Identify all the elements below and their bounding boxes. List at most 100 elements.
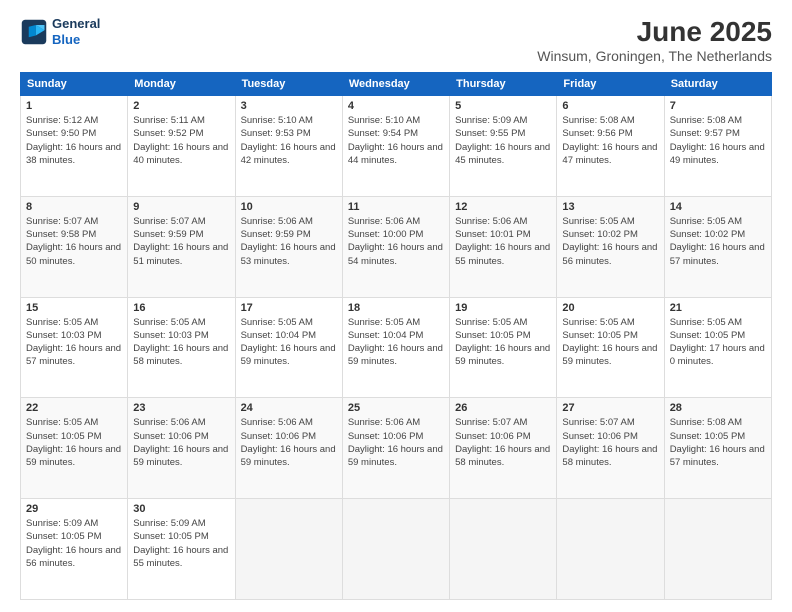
title-block: June 2025 Winsum, Groningen, The Netherl… bbox=[537, 16, 772, 64]
day-number: 9 bbox=[133, 201, 229, 213]
table-row: 8 Sunrise: 5:07 AM Sunset: 9:58 PM Dayli… bbox=[21, 196, 128, 297]
day-number: 2 bbox=[133, 100, 229, 112]
day-info: Sunrise: 5:07 AM Sunset: 9:58 PM Dayligh… bbox=[26, 215, 122, 268]
table-row: 7 Sunrise: 5:08 AM Sunset: 9:57 PM Dayli… bbox=[664, 96, 771, 197]
table-row: 25 Sunrise: 5:06 AM Sunset: 10:06 PM Day… bbox=[342, 398, 449, 499]
day-info: Sunrise: 5:05 AM Sunset: 10:04 PM Daylig… bbox=[241, 316, 337, 369]
table-row: 19 Sunrise: 5:05 AM Sunset: 10:05 PM Day… bbox=[450, 297, 557, 398]
day-number: 21 bbox=[670, 302, 766, 314]
table-row: 3 Sunrise: 5:10 AM Sunset: 9:53 PM Dayli… bbox=[235, 96, 342, 197]
day-info: Sunrise: 5:05 AM Sunset: 10:02 PM Daylig… bbox=[562, 215, 658, 268]
day-number: 4 bbox=[348, 100, 444, 112]
day-number: 25 bbox=[348, 402, 444, 414]
table-row bbox=[235, 499, 342, 600]
day-info: Sunrise: 5:05 AM Sunset: 10:03 PM Daylig… bbox=[26, 316, 122, 369]
table-row: 24 Sunrise: 5:06 AM Sunset: 10:06 PM Day… bbox=[235, 398, 342, 499]
table-row: 30 Sunrise: 5:09 AM Sunset: 10:05 PM Day… bbox=[128, 499, 235, 600]
header-monday: Monday bbox=[128, 73, 235, 96]
header-friday: Friday bbox=[557, 73, 664, 96]
day-number: 3 bbox=[241, 100, 337, 112]
table-row bbox=[557, 499, 664, 600]
table-row: 13 Sunrise: 5:05 AM Sunset: 10:02 PM Day… bbox=[557, 196, 664, 297]
day-info: Sunrise: 5:05 AM Sunset: 10:03 PM Daylig… bbox=[133, 316, 229, 369]
header-saturday: Saturday bbox=[664, 73, 771, 96]
day-info: Sunrise: 5:05 AM Sunset: 10:05 PM Daylig… bbox=[562, 316, 658, 369]
day-info: Sunrise: 5:06 AM Sunset: 10:06 PM Daylig… bbox=[133, 416, 229, 469]
day-info: Sunrise: 5:05 AM Sunset: 10:04 PM Daylig… bbox=[348, 316, 444, 369]
day-info: Sunrise: 5:09 AM Sunset: 10:05 PM Daylig… bbox=[133, 517, 229, 570]
table-row bbox=[450, 499, 557, 600]
day-number: 19 bbox=[455, 302, 551, 314]
table-row: 28 Sunrise: 5:08 AM Sunset: 10:05 PM Day… bbox=[664, 398, 771, 499]
table-row: 23 Sunrise: 5:06 AM Sunset: 10:06 PM Day… bbox=[128, 398, 235, 499]
day-number: 8 bbox=[26, 201, 122, 213]
day-number: 18 bbox=[348, 302, 444, 314]
table-row: 26 Sunrise: 5:07 AM Sunset: 10:06 PM Day… bbox=[450, 398, 557, 499]
day-info: Sunrise: 5:08 AM Sunset: 9:56 PM Dayligh… bbox=[562, 114, 658, 167]
table-row: 18 Sunrise: 5:05 AM Sunset: 10:04 PM Day… bbox=[342, 297, 449, 398]
day-info: Sunrise: 5:07 AM Sunset: 10:06 PM Daylig… bbox=[455, 416, 551, 469]
day-number: 20 bbox=[562, 302, 658, 314]
table-row: 6 Sunrise: 5:08 AM Sunset: 9:56 PM Dayli… bbox=[557, 96, 664, 197]
calendar-week-3: 15 Sunrise: 5:05 AM Sunset: 10:03 PM Day… bbox=[21, 297, 772, 398]
day-info: Sunrise: 5:05 AM Sunset: 10:05 PM Daylig… bbox=[455, 316, 551, 369]
day-number: 16 bbox=[133, 302, 229, 314]
day-number: 14 bbox=[670, 201, 766, 213]
table-row: 15 Sunrise: 5:05 AM Sunset: 10:03 PM Day… bbox=[21, 297, 128, 398]
day-info: Sunrise: 5:06 AM Sunset: 10:00 PM Daylig… bbox=[348, 215, 444, 268]
day-number: 27 bbox=[562, 402, 658, 414]
header-row: General Blue June 2025 Winsum, Groningen… bbox=[20, 16, 772, 64]
header-tuesday: Tuesday bbox=[235, 73, 342, 96]
calendar-week-4: 22 Sunrise: 5:05 AM Sunset: 10:05 PM Day… bbox=[21, 398, 772, 499]
table-row: 27 Sunrise: 5:07 AM Sunset: 10:06 PM Day… bbox=[557, 398, 664, 499]
day-info: Sunrise: 5:11 AM Sunset: 9:52 PM Dayligh… bbox=[133, 114, 229, 167]
subtitle: Winsum, Groningen, The Netherlands bbox=[537, 48, 772, 64]
calendar-table: Sunday Monday Tuesday Wednesday Thursday… bbox=[20, 72, 772, 600]
day-info: Sunrise: 5:06 AM Sunset: 10:06 PM Daylig… bbox=[241, 416, 337, 469]
day-number: 13 bbox=[562, 201, 658, 213]
table-row bbox=[664, 499, 771, 600]
day-info: Sunrise: 5:09 AM Sunset: 9:55 PM Dayligh… bbox=[455, 114, 551, 167]
day-info: Sunrise: 5:10 AM Sunset: 9:54 PM Dayligh… bbox=[348, 114, 444, 167]
day-info: Sunrise: 5:07 AM Sunset: 10:06 PM Daylig… bbox=[562, 416, 658, 469]
table-row: 17 Sunrise: 5:05 AM Sunset: 10:04 PM Day… bbox=[235, 297, 342, 398]
day-number: 29 bbox=[26, 503, 122, 515]
logo-icon bbox=[20, 18, 48, 46]
logo-line2: Blue bbox=[52, 32, 100, 48]
day-number: 17 bbox=[241, 302, 337, 314]
logo-line1: General bbox=[52, 16, 100, 32]
day-info: Sunrise: 5:05 AM Sunset: 10:05 PM Daylig… bbox=[670, 316, 766, 369]
day-number: 24 bbox=[241, 402, 337, 414]
logo: General Blue bbox=[20, 16, 100, 47]
day-info: Sunrise: 5:10 AM Sunset: 9:53 PM Dayligh… bbox=[241, 114, 337, 167]
table-row: 14 Sunrise: 5:05 AM Sunset: 10:02 PM Day… bbox=[664, 196, 771, 297]
calendar-week-1: 1 Sunrise: 5:12 AM Sunset: 9:50 PM Dayli… bbox=[21, 96, 772, 197]
calendar-week-2: 8 Sunrise: 5:07 AM Sunset: 9:58 PM Dayli… bbox=[21, 196, 772, 297]
table-row: 2 Sunrise: 5:11 AM Sunset: 9:52 PM Dayli… bbox=[128, 96, 235, 197]
table-row: 11 Sunrise: 5:06 AM Sunset: 10:00 PM Day… bbox=[342, 196, 449, 297]
day-number: 5 bbox=[455, 100, 551, 112]
table-row: 5 Sunrise: 5:09 AM Sunset: 9:55 PM Dayli… bbox=[450, 96, 557, 197]
day-number: 15 bbox=[26, 302, 122, 314]
calendar-header: Sunday Monday Tuesday Wednesday Thursday… bbox=[21, 73, 772, 96]
day-info: Sunrise: 5:06 AM Sunset: 10:01 PM Daylig… bbox=[455, 215, 551, 268]
table-row: 9 Sunrise: 5:07 AM Sunset: 9:59 PM Dayli… bbox=[128, 196, 235, 297]
day-number: 10 bbox=[241, 201, 337, 213]
table-row: 20 Sunrise: 5:05 AM Sunset: 10:05 PM Day… bbox=[557, 297, 664, 398]
day-info: Sunrise: 5:08 AM Sunset: 9:57 PM Dayligh… bbox=[670, 114, 766, 167]
table-row: 12 Sunrise: 5:06 AM Sunset: 10:01 PM Day… bbox=[450, 196, 557, 297]
day-info: Sunrise: 5:12 AM Sunset: 9:50 PM Dayligh… bbox=[26, 114, 122, 167]
table-row: 10 Sunrise: 5:06 AM Sunset: 9:59 PM Dayl… bbox=[235, 196, 342, 297]
day-number: 1 bbox=[26, 100, 122, 112]
table-row: 4 Sunrise: 5:10 AM Sunset: 9:54 PM Dayli… bbox=[342, 96, 449, 197]
day-info: Sunrise: 5:05 AM Sunset: 10:02 PM Daylig… bbox=[670, 215, 766, 268]
logo-text: General Blue bbox=[52, 16, 100, 47]
calendar-body: 1 Sunrise: 5:12 AM Sunset: 9:50 PM Dayli… bbox=[21, 96, 772, 600]
day-number: 22 bbox=[26, 402, 122, 414]
table-row: 29 Sunrise: 5:09 AM Sunset: 10:05 PM Day… bbox=[21, 499, 128, 600]
day-number: 11 bbox=[348, 201, 444, 213]
day-info: Sunrise: 5:07 AM Sunset: 9:59 PM Dayligh… bbox=[133, 215, 229, 268]
day-info: Sunrise: 5:06 AM Sunset: 9:59 PM Dayligh… bbox=[241, 215, 337, 268]
table-row: 21 Sunrise: 5:05 AM Sunset: 10:05 PM Day… bbox=[664, 297, 771, 398]
table-row bbox=[342, 499, 449, 600]
